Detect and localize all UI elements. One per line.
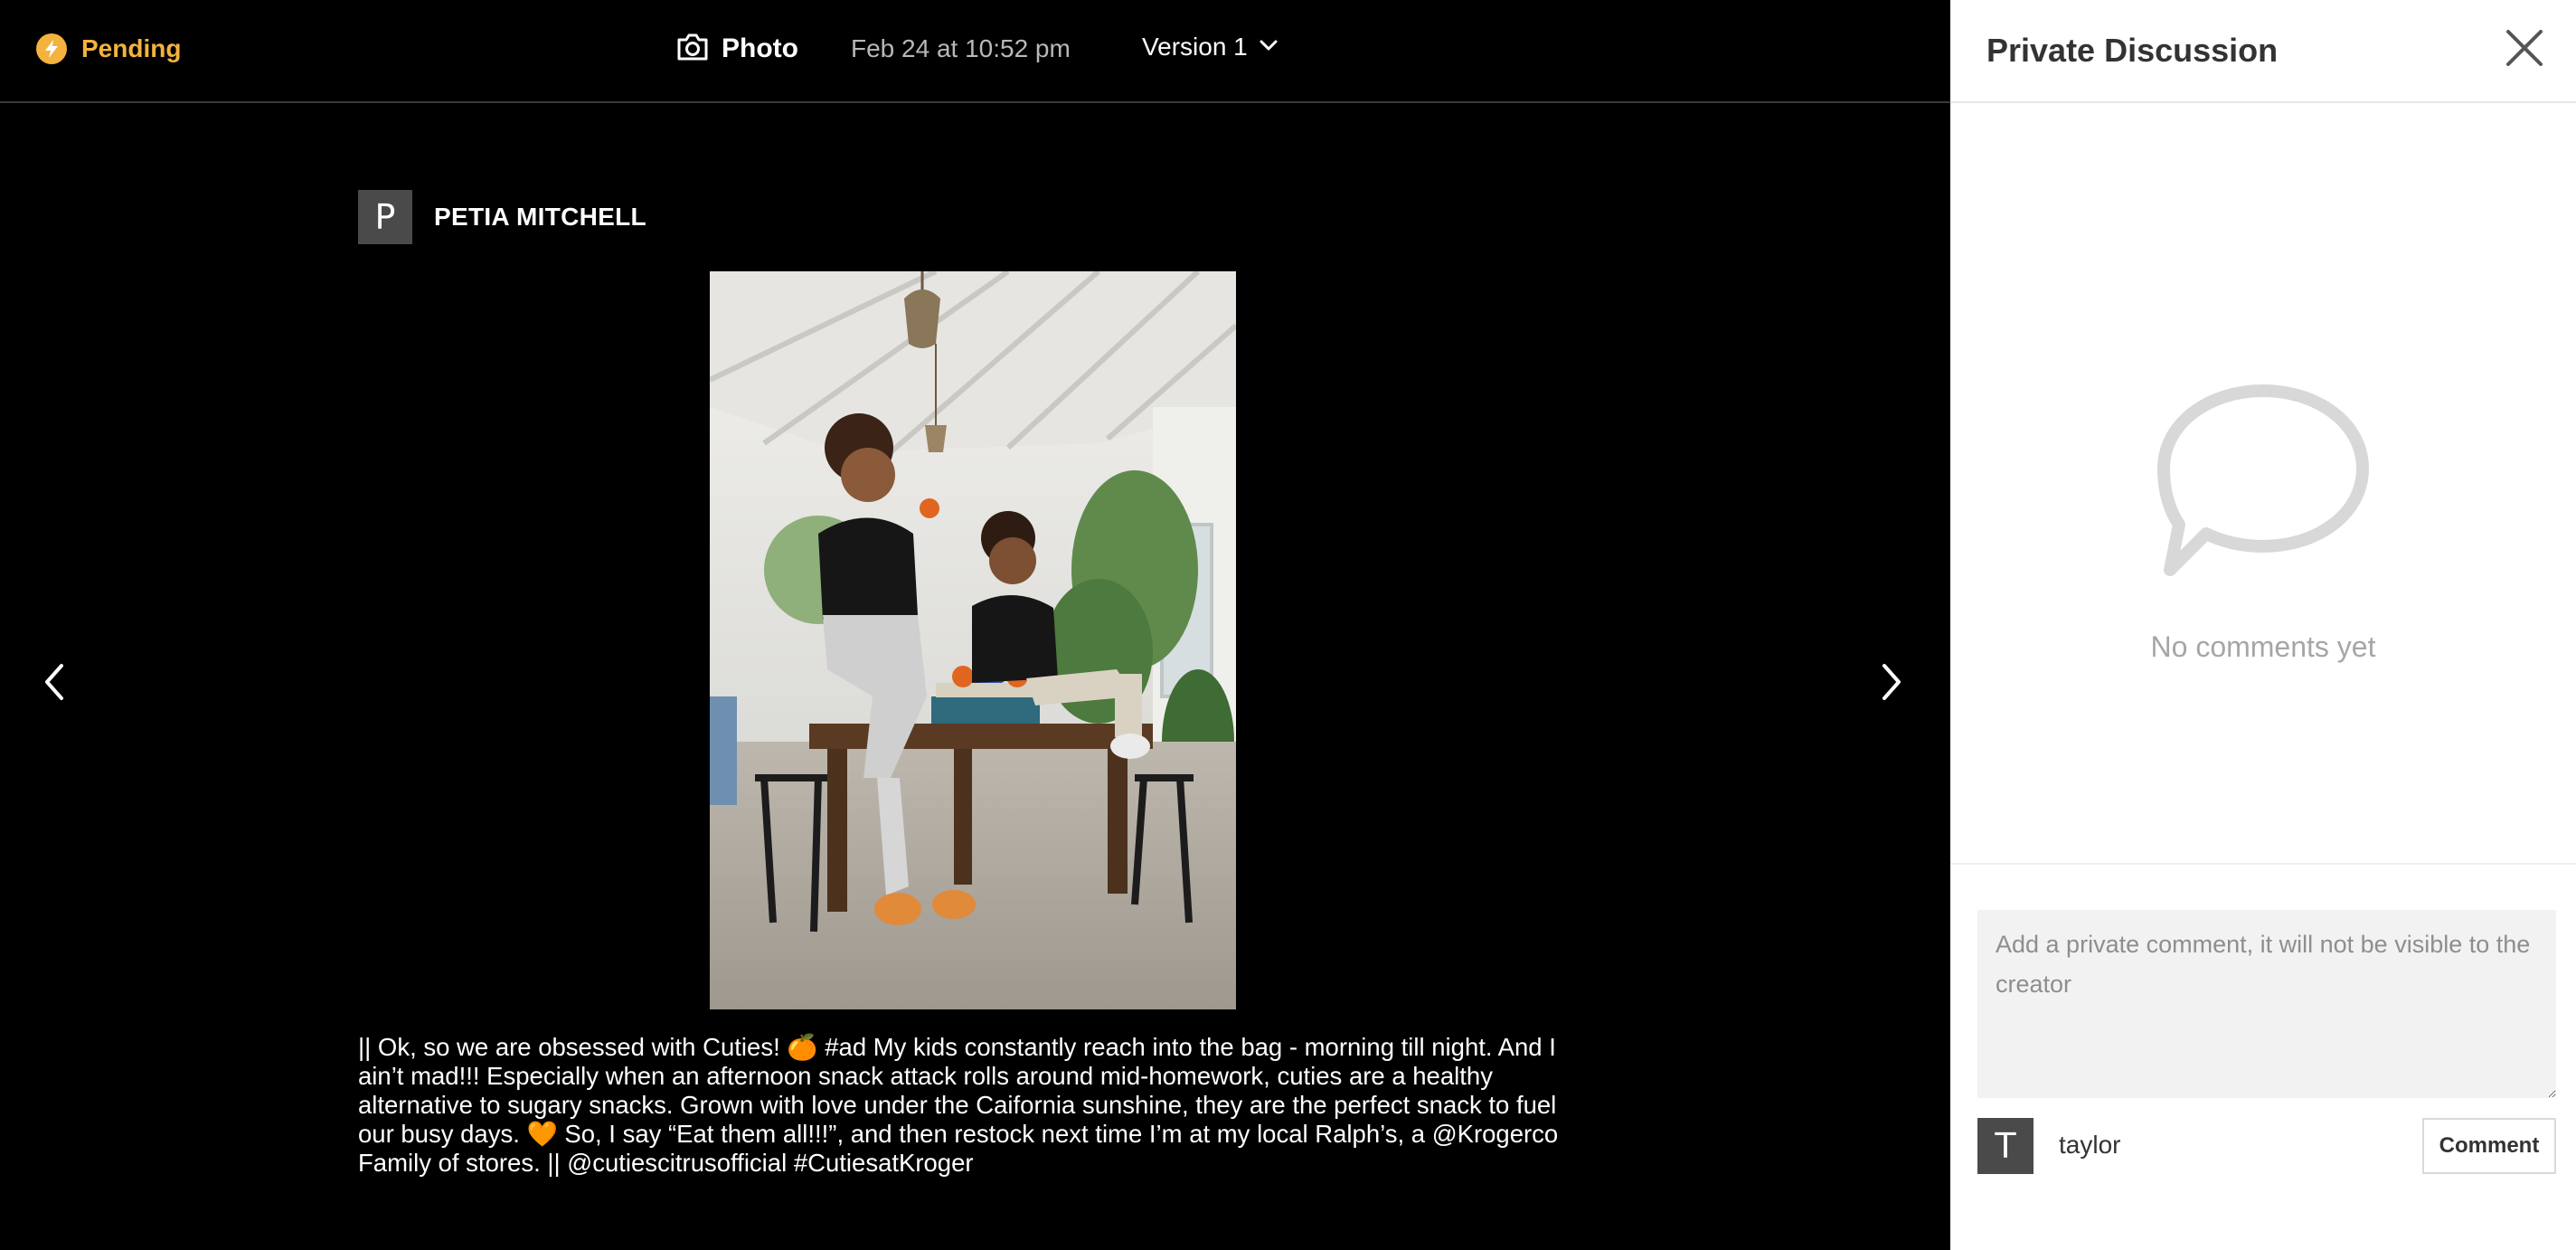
post-photo: [710, 271, 1236, 1009]
comment-submit-button[interactable]: Comment: [2422, 1118, 2556, 1174]
media-type-label: Photo: [722, 33, 798, 63]
private-discussion-panel: Private Discussion No comments yet T tay…: [1950, 0, 2576, 1250]
avatar: P: [358, 190, 412, 244]
post-preview-stage: Pending Photo Feb 24 at 10:52 pm Version…: [0, 0, 1950, 1250]
empty-state: No comments yet: [1950, 380, 2576, 664]
next-post-button[interactable]: [1864, 657, 1919, 711]
status-label: Pending: [81, 34, 182, 62]
empty-state-text: No comments yet: [2150, 630, 2376, 663]
post-timestamp: Feb 24 at 10:52 pm: [851, 34, 1071, 62]
chevron-right-icon: [1879, 662, 1904, 706]
lightning-bolt-icon: [36, 33, 67, 64]
divider: [1950, 863, 2576, 865]
close-button[interactable]: [2498, 24, 2551, 76]
status-badge: Pending: [36, 33, 181, 65]
version-label: Version 1: [1142, 33, 1248, 61]
speech-bubble-icon: [1950, 380, 2576, 583]
previous-post-button[interactable]: [27, 657, 81, 711]
panel-header: Private Discussion: [1950, 0, 2576, 103]
chevron-left-icon: [42, 662, 67, 706]
post-author: P PETIA MITCHELL: [358, 190, 646, 244]
close-icon: [2505, 28, 2544, 72]
private-comment-input[interactable]: [1977, 910, 2556, 1098]
post-caption: || Ok, so we are obsessed with Cuties! 🍊…: [358, 1033, 1559, 1177]
comment-author-name: taylor: [2059, 1131, 2121, 1159]
version-dropdown[interactable]: Version 1: [1142, 29, 1279, 65]
chevron-down-icon: [1259, 39, 1279, 56]
author-name: PETIA MITCHELL: [434, 203, 646, 231]
media-type: Photo: [676, 29, 798, 69]
avatar: T: [1977, 1118, 2033, 1174]
panel-title: Private Discussion: [1986, 32, 2279, 69]
preview-topbar: Pending Photo Feb 24 at 10:52 pm Version…: [0, 0, 1950, 103]
comment-author-row: T taylor Comment: [1977, 1118, 2556, 1174]
camera-icon: [676, 33, 709, 66]
